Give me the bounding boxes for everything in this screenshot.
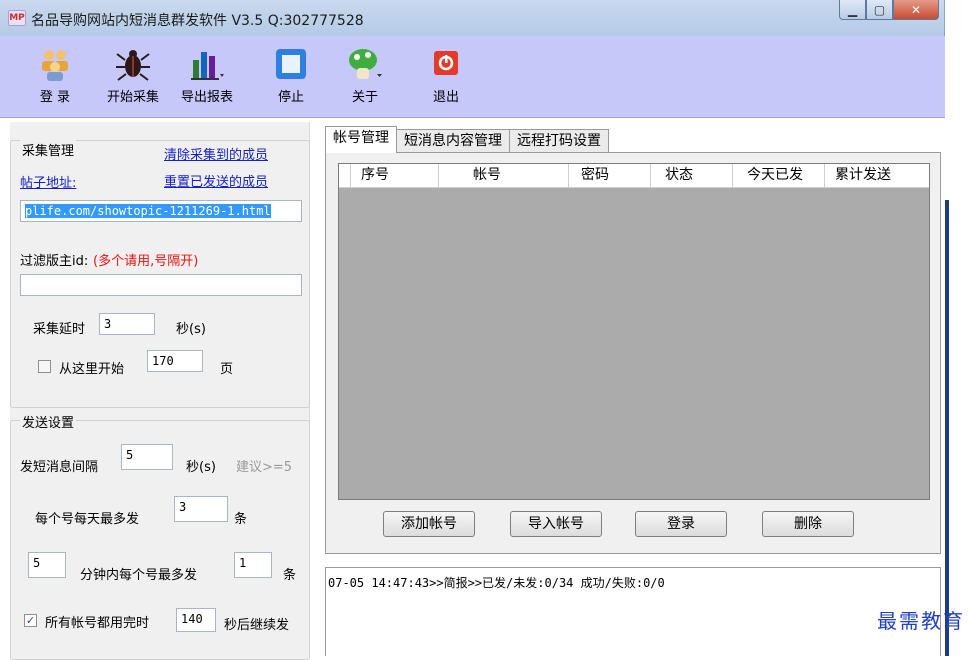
delete-button[interactable]: 删除 [762, 511, 854, 537]
filter-hint: (多个请用,号隔开) [93, 254, 199, 269]
all-done-label: 所有帐号都用完时 [45, 616, 150, 631]
exit-button[interactable]: 退出 [426, 46, 466, 105]
app-logo-icon: MP [8, 10, 26, 26]
start-here-label: 从这里开始 [59, 362, 125, 377]
tab-account-management[interactable]: 帐号管理 [325, 126, 397, 153]
interval-label: 发短消息间隔 [20, 460, 99, 475]
add-account-button[interactable]: 添加帐号 [383, 511, 475, 537]
window-title: 名品导购网站内短消息群发软件 V3.5 Q:302777528 [31, 13, 364, 29]
minutes-input[interactable]: 5 [28, 552, 66, 578]
login-button[interactable]: 登录 [635, 511, 727, 537]
post-url-input[interactable]: plife.com/showtopic-1211269-1.html [20, 200, 302, 222]
per-minutes-label: 分钟内每个号最多发 [80, 568, 198, 583]
window-controls: ▁ ▢ ✕ [839, 0, 939, 20]
tab-captcha-settings[interactable]: 远程打码设置 [509, 129, 609, 153]
all-done-checkbox[interactable]: ✓ [24, 614, 37, 627]
account-grid[interactable]: 序号 帐号 密码 状态 今天已发 累计发送 [338, 163, 930, 500]
collect-group-title: 采集管理 [20, 140, 77, 159]
stop-label: 停止 [277, 90, 304, 105]
account-tab-panel: 序号 帐号 密码 状态 今天已发 累计发送 添加帐号 导入帐号 登录 删除 [325, 152, 941, 554]
grid-header: 序号 帐号 密码 状态 今天已发 累计发送 [339, 164, 929, 188]
interval-hint: 建议>=5 [236, 460, 293, 475]
column-header[interactable]: 帐号 [439, 164, 569, 187]
maximize-button[interactable]: ▢ [866, 0, 893, 20]
filter-label: 过滤版主id: [20, 254, 89, 269]
settings-panel: 采集管理 清除采集到的成员 帖子地址: 重置已发送的成员 plife.com/s… [10, 122, 310, 660]
stop-icon [276, 49, 306, 79]
per-minutes-unit: 条 [283, 568, 297, 583]
resume-label: 秒后继续发 [224, 618, 290, 633]
filter-input[interactable] [20, 274, 302, 296]
post-url-value: plife.com/showtopic-1211269-1.html [25, 204, 271, 218]
column-header[interactable]: 状态 [651, 164, 733, 187]
watermark-text: 最需教育 [877, 609, 965, 633]
log-line: 07-05 14:47:43>>简报>>已发/未发:0/34 成功/失败:0/0 [328, 576, 665, 590]
column-header[interactable]: 今天已发 [733, 164, 825, 187]
clear-collected-link[interactable]: 清除采集到的成员 [164, 144, 268, 163]
close-button[interactable]: ✕ [893, 0, 939, 20]
tab-message-content[interactable]: 短消息内容管理 [396, 129, 510, 153]
start-collect-button[interactable]: 开始采集 [98, 46, 168, 105]
daily-label: 每个号每天最多发 [35, 512, 140, 527]
post-url-link[interactable]: 帖子地址: [20, 172, 76, 191]
per-minutes-input[interactable]: 1 [234, 552, 272, 578]
users-icon [42, 50, 68, 81]
resume-seconds-input[interactable]: 140 [176, 608, 216, 632]
daily-input[interactable]: 3 [174, 496, 228, 522]
delay-input[interactable]: 3 [99, 313, 155, 335]
start-page-input[interactable]: 170 [147, 350, 203, 372]
bar-chart-icon [191, 52, 224, 80]
delay-unit: 秒(s) [176, 322, 206, 337]
start-collect-label: 开始采集 [106, 90, 159, 105]
exit-label: 退出 [432, 90, 459, 105]
power-icon [434, 51, 458, 75]
reset-sent-link[interactable]: 重置已发送的成员 [164, 171, 268, 190]
interval-unit: 秒(s) [186, 460, 216, 475]
interval-input[interactable]: 5 [121, 444, 173, 470]
export-report-button[interactable]: 导出报表 [172, 46, 242, 105]
delay-label: 采集延时 [33, 322, 86, 337]
background-edge [945, 0, 969, 656]
column-header[interactable]: 序号 [351, 164, 439, 187]
column-header[interactable]: 密码 [569, 164, 651, 187]
login-toolbar-button[interactable]: 登 录 [30, 46, 80, 105]
about-label: 关于 [351, 90, 378, 105]
login-label: 登 录 [39, 90, 71, 105]
toolbar: 登 录 开始采集 导出报表 停止 关于 退出 [0, 36, 945, 118]
about-button[interactable]: 关于 [338, 46, 392, 105]
title-bar[interactable]: MP 名品导购网站内短消息群发软件 V3.5 Q:302777528 ▁ ▢ ✕ [0, 0, 945, 36]
row-header-corner [339, 164, 351, 187]
start-here-checkbox[interactable] [38, 360, 51, 373]
bug-icon [116, 50, 150, 81]
log-output[interactable]: 07-05 14:47:43>>简报>>已发/未发:0/34 成功/失败:0/0 [325, 567, 941, 656]
mushroom-icon [349, 49, 382, 79]
page-unit: 页 [220, 362, 234, 377]
daily-unit: 条 [234, 512, 248, 527]
background-edge-dark [945, 200, 949, 656]
tab-bar: 帐号管理 短消息内容管理 远程打码设置 [325, 126, 609, 153]
column-header[interactable]: 累计发送 [825, 164, 929, 187]
send-group-title: 发送设置 [20, 412, 77, 431]
minimize-button[interactable]: ▁ [839, 0, 866, 20]
stop-button[interactable]: 停止 [268, 46, 314, 105]
export-report-label: 导出报表 [180, 90, 233, 105]
import-account-button[interactable]: 导入帐号 [510, 511, 602, 537]
